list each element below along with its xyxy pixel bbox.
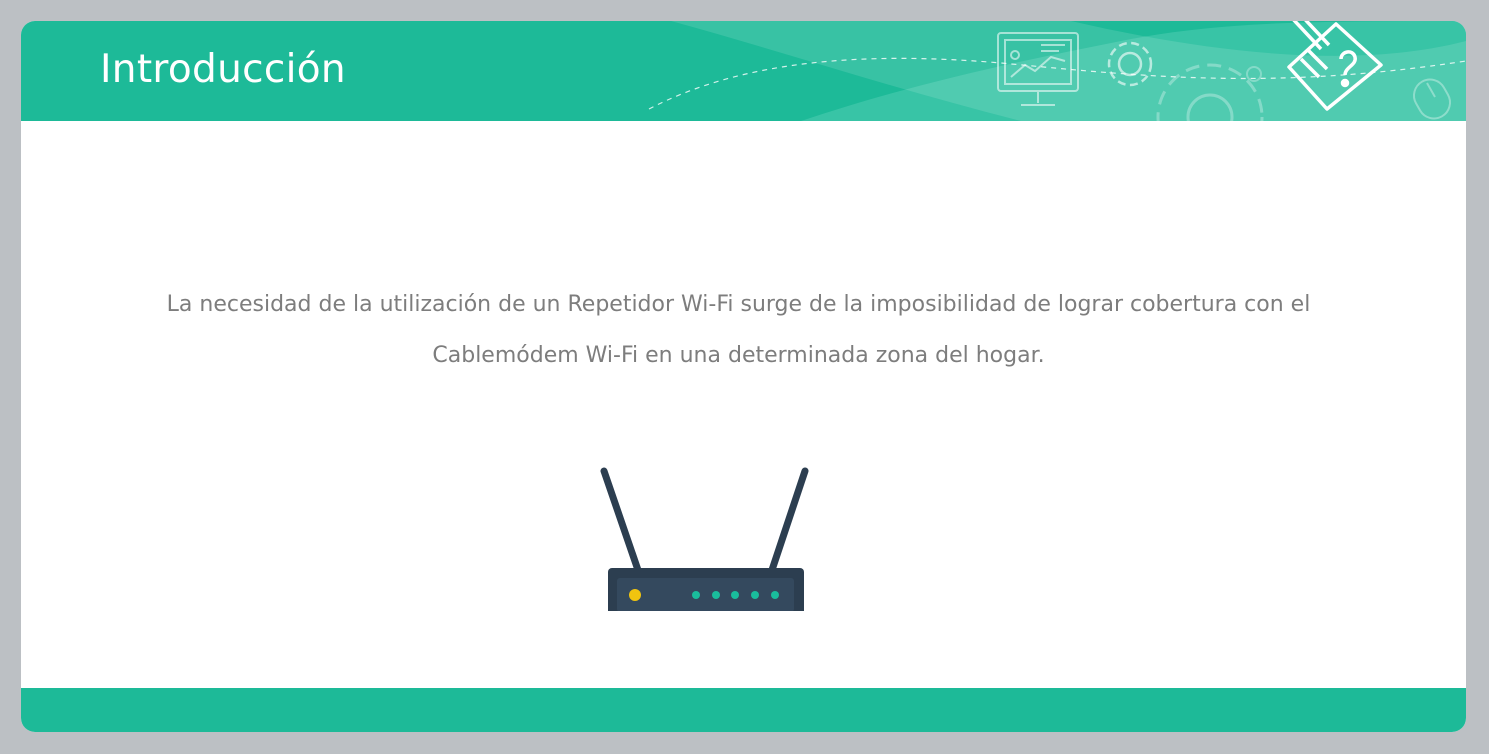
slide: Introducción La necesidad de la utilizac… [21,21,1466,732]
router-power-led [629,589,641,601]
wifi-router-icon [600,467,809,611]
router-status-led [731,591,739,599]
router-antenna-right [767,467,809,577]
header-bar: Introducción [21,21,1466,121]
router-status-led [692,591,700,599]
router-panel [617,578,794,611]
page-title: Introducción [100,47,346,92]
intro-paragraph: La necesidad de la utilización de un Rep… [166,292,1311,368]
router-status-led [712,591,720,599]
router-antenna-left [600,467,643,577]
footer-bar [21,688,1466,732]
router-status-led [751,591,759,599]
router-status-led [771,591,779,599]
